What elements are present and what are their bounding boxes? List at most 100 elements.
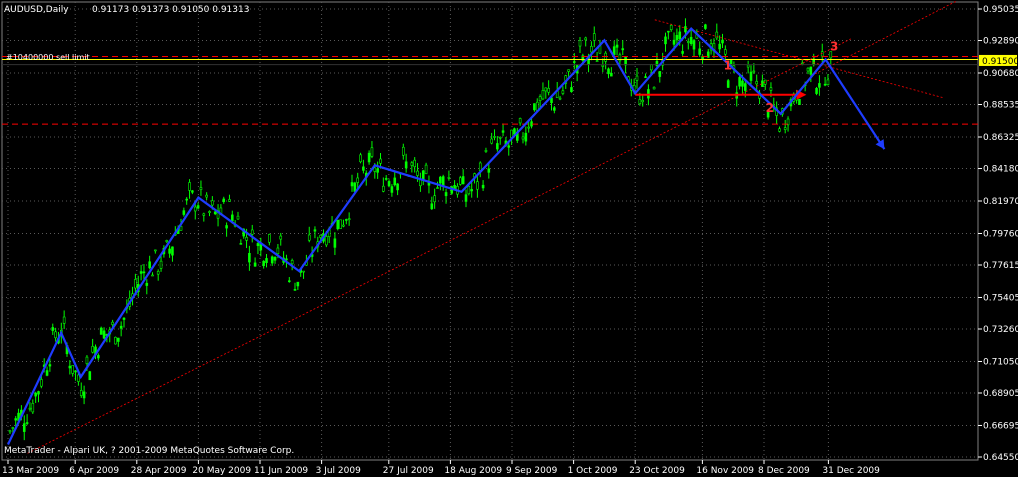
candle-body <box>672 39 676 45</box>
candle-body <box>743 83 747 91</box>
candle-body <box>379 158 382 164</box>
candle-body <box>236 215 240 220</box>
candle-body <box>151 274 154 277</box>
candle-body <box>692 40 696 50</box>
candle-body <box>741 80 744 87</box>
candle-body <box>268 234 271 243</box>
candle-body <box>185 198 188 201</box>
candle-body <box>818 83 821 88</box>
x-tick-label: 11 Jun 2009 <box>254 466 308 476</box>
candle-body <box>644 76 647 78</box>
candle-body <box>211 200 214 206</box>
candle-body <box>154 249 157 252</box>
candle-body <box>393 177 397 186</box>
candle-body <box>222 198 226 202</box>
candle-body <box>404 161 408 169</box>
x-tick-label: 16 Nov 2009 <box>696 466 754 476</box>
y-tick-label: 0.84180 <box>983 165 1018 175</box>
candle-body <box>809 66 813 75</box>
candle-body <box>276 247 280 254</box>
candle-body <box>382 185 385 192</box>
candle-body <box>31 403 35 413</box>
price-chart[interactable]: 123 0.950350.928900.906800.885350.863250… <box>0 0 1018 477</box>
candle-body <box>470 189 474 192</box>
candle-body <box>325 236 328 246</box>
candle-body <box>40 379 43 387</box>
candle-body <box>347 218 351 221</box>
y-tick-label: 0.71050 <box>983 357 1018 367</box>
candle-body <box>684 26 687 33</box>
candle-body <box>85 356 89 364</box>
candle-body <box>117 337 120 342</box>
candle-body <box>487 168 491 173</box>
candle-body <box>205 194 208 198</box>
candle-body <box>424 164 428 174</box>
candle-body <box>287 280 291 283</box>
candle-body <box>678 31 682 40</box>
candle-body <box>410 162 414 166</box>
candle-body <box>34 392 37 397</box>
candle-body <box>245 237 248 241</box>
candle-body <box>681 51 684 54</box>
price-highlight-label: 0.91500 <box>982 57 1018 67</box>
candle-body <box>68 365 72 369</box>
candle-body <box>592 33 596 41</box>
candle-body <box>344 219 348 221</box>
candle-body <box>806 67 810 72</box>
candle-body <box>441 176 445 186</box>
x-tick-label: 9 Sep 2009 <box>506 466 558 476</box>
x-tick-label: 3 Jul 2009 <box>316 466 361 476</box>
candle-body <box>826 79 830 85</box>
candle-body <box>521 136 525 140</box>
candle-body <box>738 77 741 87</box>
y-tick-label: 0.90680 <box>983 69 1018 79</box>
candle-body <box>396 183 399 191</box>
x-tick-label: 27 Jul 2009 <box>383 466 434 476</box>
candle-body <box>45 370 49 376</box>
candle-body <box>8 430 12 433</box>
candle-body <box>191 190 194 193</box>
candle-body <box>319 234 322 238</box>
candle-body <box>182 210 186 215</box>
candle-body <box>538 96 542 101</box>
candle-body <box>518 118 522 124</box>
candle-body <box>524 132 528 142</box>
candle-body <box>658 71 662 77</box>
price-axis: 0.95035 0.92890 0.90680 0.88535 0.86325 0.841… <box>978 5 1018 463</box>
candle-body <box>122 317 126 320</box>
x-tick-label: 13 Mar 2009 <box>2 466 59 476</box>
candle-body <box>296 281 300 287</box>
candle-body <box>461 176 465 185</box>
candle-body <box>439 176 442 184</box>
candle-body <box>430 203 434 210</box>
candle-body <box>279 235 283 240</box>
candle-body <box>607 68 610 75</box>
candle-body <box>250 229 254 235</box>
y-tick-label: 0.75405 <box>983 293 1018 303</box>
candle-body <box>641 100 645 103</box>
candle-body <box>171 246 174 256</box>
candle-body <box>458 177 462 185</box>
candle-body <box>783 127 787 130</box>
candle-body <box>333 238 337 248</box>
candle-body <box>541 90 545 100</box>
wave-label-1: 1 <box>724 58 732 72</box>
candle-body <box>142 271 146 274</box>
candle-body <box>527 126 531 129</box>
candle-body <box>102 330 106 339</box>
x-tick-label: 6 Apr 2009 <box>69 466 119 476</box>
candle-body <box>165 240 169 242</box>
candle-body <box>25 422 29 424</box>
candle-body <box>387 181 391 187</box>
candle-body <box>604 52 607 62</box>
y-tick-label: 0.81970 <box>983 197 1018 207</box>
candle-body <box>698 48 702 55</box>
candle-body <box>752 70 756 73</box>
chart-header-symbol: AUDUSD,Daily <box>4 5 69 15</box>
candle-body <box>248 252 251 263</box>
candle-body <box>208 211 211 213</box>
candle-body <box>481 184 485 189</box>
candle-body <box>635 75 639 81</box>
candle-body <box>54 331 57 339</box>
candle-body <box>675 35 679 41</box>
